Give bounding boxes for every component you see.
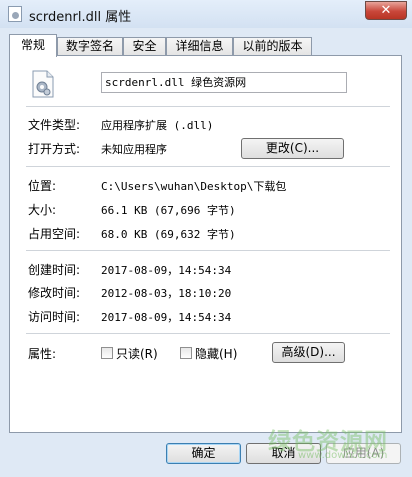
change-button[interactable]: 更改(C)...	[241, 138, 344, 159]
file-type-value: 应用程序扩展 (.dll)	[101, 119, 214, 132]
tab-details[interactable]: 详细信息	[166, 37, 233, 56]
created-label: 创建时间:	[28, 263, 81, 277]
accessed-value: 2017-08-09，14:54:34	[101, 311, 232, 324]
tab-digital-signature[interactable]: 数字签名	[57, 37, 123, 56]
separator	[26, 333, 390, 334]
file-icon	[8, 6, 22, 22]
size-on-disk-label: 占用空间:	[28, 227, 81, 241]
tab-previous-versions[interactable]: 以前的版本	[233, 37, 312, 56]
location-value: C:\Users\wuhan\Desktop\下载包	[101, 180, 287, 193]
file-name-suffix: 绿色资源网	[191, 76, 247, 89]
separator	[26, 106, 390, 107]
hidden-checkbox[interactable]	[180, 347, 192, 359]
window-title: scrdenrl.dll 属性	[29, 10, 132, 25]
size-value: 66.1 KB (67,696 字节)	[101, 204, 236, 217]
close-button[interactable]: ✕	[365, 1, 407, 20]
modified-value: 2012-08-03，18:10:20	[101, 287, 232, 300]
watermark-url: www.downcc.com	[298, 450, 388, 461]
file-type-label: 文件类型:	[28, 118, 81, 132]
attributes-label: 属性:	[28, 347, 57, 361]
accessed-label: 访问时间:	[28, 310, 81, 324]
title-bar: scrdenrl.dll 属性 ✕	[0, 0, 412, 28]
separator	[26, 250, 390, 251]
general-panel: scrdenrl.dll 绿色资源网 文件类型: 应用程序扩展 (.dll) 打…	[9, 55, 402, 433]
dll-file-icon	[32, 70, 54, 98]
size-on-disk-value: 68.0 KB (69,632 字节)	[101, 228, 236, 241]
separator	[26, 166, 390, 167]
tab-general[interactable]: 常规	[9, 34, 57, 57]
modified-label: 修改时间:	[28, 286, 81, 300]
readonly-checkbox[interactable]	[101, 347, 113, 359]
file-name-text: scrdenrl.dll	[105, 76, 185, 89]
advanced-button[interactable]: 高级(D)...	[272, 342, 345, 363]
location-label: 位置:	[28, 179, 57, 193]
created-value: 2017-08-09，14:54:34	[101, 264, 232, 277]
file-name-field[interactable]: scrdenrl.dll 绿色资源网	[101, 72, 347, 93]
tab-security[interactable]: 安全	[123, 37, 166, 56]
opens-with-label: 打开方式:	[28, 142, 81, 156]
hidden-label[interactable]: 隐藏(H)	[195, 345, 237, 362]
opens-with-value: 未知应用程序	[101, 143, 167, 156]
ok-button[interactable]: 确定	[166, 443, 241, 464]
size-label: 大小:	[28, 203, 57, 217]
readonly-label[interactable]: 只读(R)	[116, 345, 158, 362]
